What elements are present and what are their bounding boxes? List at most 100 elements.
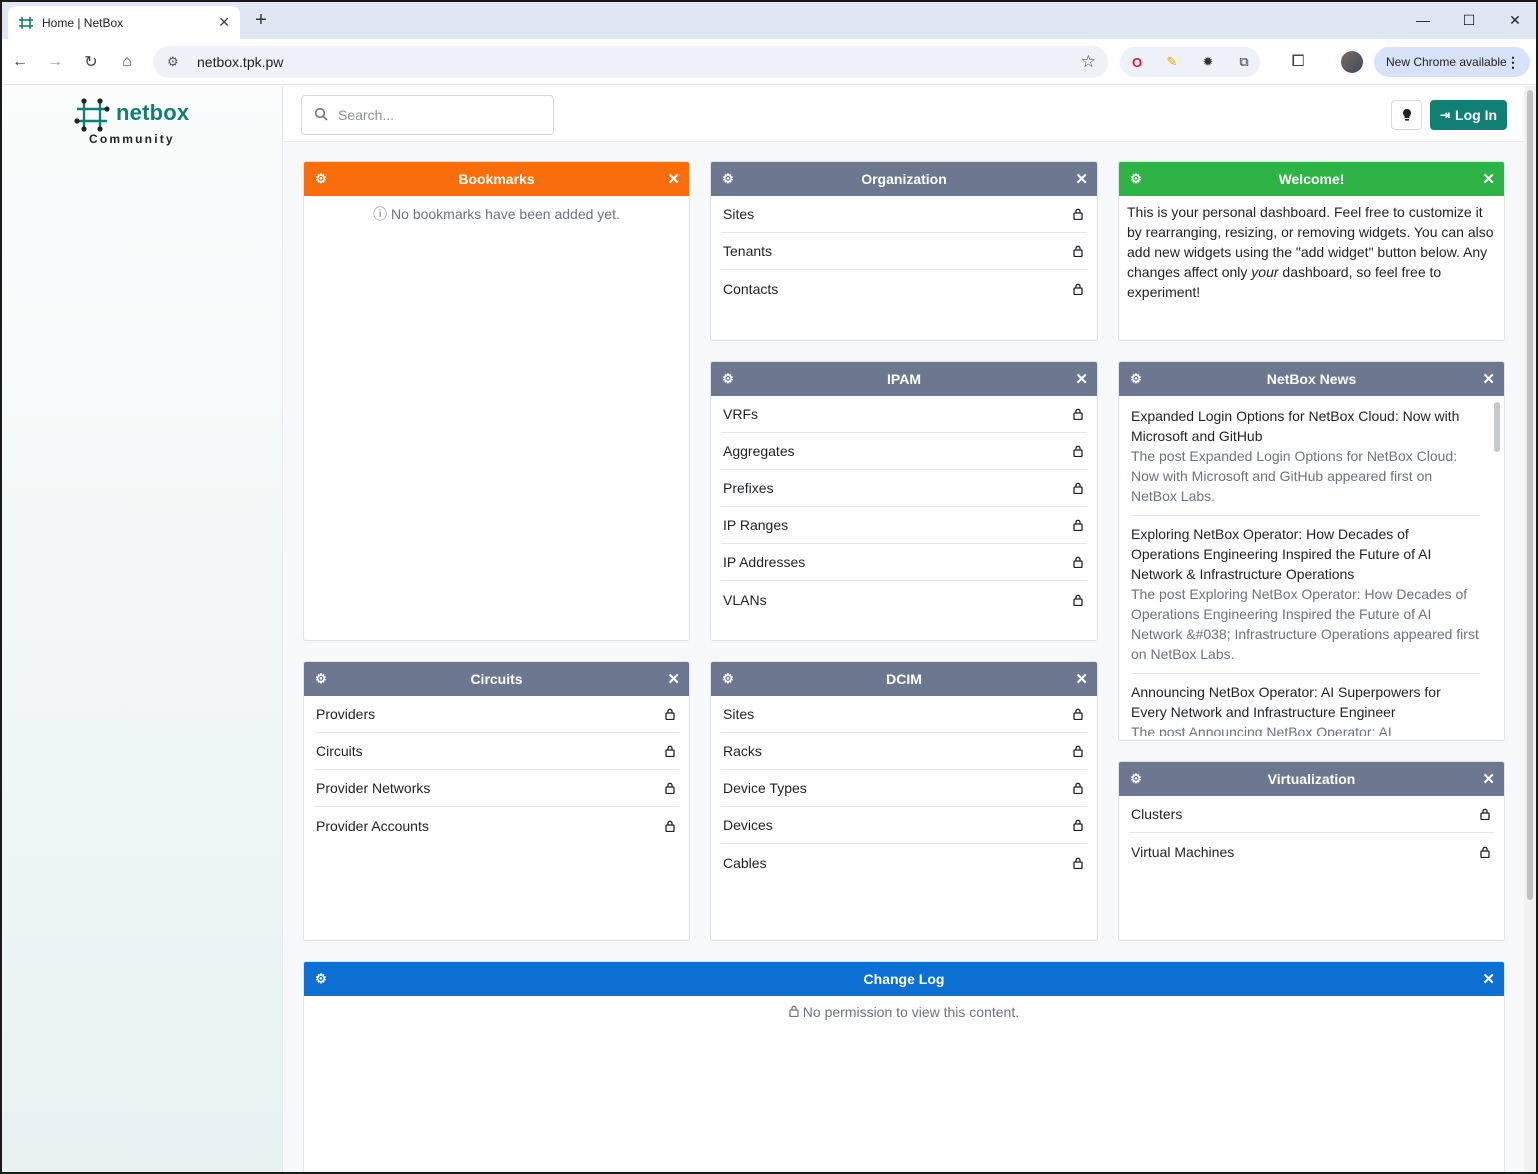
kebab-menu-icon[interactable]: ⋮ xyxy=(1506,54,1520,71)
search-input[interactable] xyxy=(338,107,538,123)
list-item[interactable]: Clusters xyxy=(1129,796,1494,833)
item-label: Provider Networks xyxy=(316,780,431,796)
close-icon[interactable]: ✕ xyxy=(1482,170,1495,188)
lock-icon xyxy=(1071,781,1085,795)
close-icon[interactable]: ✕ xyxy=(1482,370,1495,388)
close-icon[interactable]: ✕ xyxy=(1482,970,1495,988)
new-chrome-label: New Chrome available xyxy=(1386,55,1507,69)
gear-icon[interactable]: ⚙ xyxy=(720,371,736,387)
widget-header[interactable]: ⚙ Change Log ✕ xyxy=(304,962,1504,996)
list-item[interactable]: Provider Networks xyxy=(314,770,679,807)
widget-circuits[interactable]: ⚙ Circuits ✕ Providers Circuits Provider… xyxy=(303,661,690,941)
list-item[interactable]: Prefixes xyxy=(721,470,1087,507)
list-item[interactable]: Sites xyxy=(721,696,1087,733)
news-description: The post Expanded Login Options for NetB… xyxy=(1131,448,1458,504)
list-item[interactable]: Devices xyxy=(721,807,1087,844)
lock-icon xyxy=(1071,518,1085,532)
list-item[interactable]: Circuits xyxy=(314,733,679,770)
widget-ipam[interactable]: ⚙ IPAM ✕ VRFs Aggregates Prefixes IP Ran… xyxy=(710,361,1098,641)
back-icon[interactable]: ← xyxy=(6,48,34,76)
list-item[interactable]: IP Addresses xyxy=(721,544,1087,581)
bookmark-star-icon[interactable]: ☆ xyxy=(1081,52,1096,72)
window-close-icon[interactable]: ✕ xyxy=(1492,2,1536,38)
gear-icon[interactable]: ⚙ xyxy=(1128,171,1144,187)
list-item[interactable]: Contacts xyxy=(721,270,1087,307)
tab-search-icon[interactable]: ⧠ xyxy=(1284,48,1312,76)
list-item[interactable]: Aggregates xyxy=(721,433,1087,470)
close-icon[interactable]: ✕ xyxy=(1075,170,1088,188)
list-item[interactable]: Providers xyxy=(314,696,679,733)
theme-toggle-button[interactable] xyxy=(1391,100,1422,130)
list-item[interactable]: Racks xyxy=(721,733,1087,770)
widget-netbox-news[interactable]: ⚙ NetBox News ✕ Expanded Login Options f… xyxy=(1118,361,1505,741)
minimize-icon[interactable]: — xyxy=(1400,2,1446,38)
list-item[interactable]: Tenants xyxy=(721,233,1087,270)
news-scrollbar[interactable] xyxy=(1494,402,1500,452)
home-icon[interactable]: ⌂ xyxy=(113,48,141,76)
news-feed[interactable]: Expanded Login Options for NetBox Cloud:… xyxy=(1119,396,1504,736)
list-item[interactable]: Provider Accounts xyxy=(314,807,679,844)
widget-bookmarks[interactable]: ⚙ Bookmarks ✕ ⓘ No bookmarks have been a… xyxy=(303,161,690,641)
netbox-logo[interactable]: netbox Community xyxy=(74,98,214,148)
item-label: IP Addresses xyxy=(723,554,806,570)
news-title[interactable]: Expanded Login Options for NetBox Cloud:… xyxy=(1131,406,1480,446)
widget-organization[interactable]: ⚙ Organization ✕ Sites Tenants Contacts xyxy=(710,161,1098,341)
widget-header[interactable]: ⚙ Circuits ✕ xyxy=(304,662,689,696)
list-item[interactable]: IP Ranges xyxy=(721,507,1087,544)
close-icon[interactable]: ✕ xyxy=(1482,770,1495,788)
widget-header[interactable]: ⚙ Organization ✕ xyxy=(711,162,1097,196)
widget-virtualization[interactable]: ⚙ Virtualization ✕ Clusters Virtual Mach… xyxy=(1118,761,1505,941)
widget-header[interactable]: ⚙ Welcome! ✕ xyxy=(1119,162,1504,196)
browser-tab-active[interactable]: Home | NetBox ✕ xyxy=(8,6,240,39)
list-item[interactable]: Device Types xyxy=(721,770,1087,807)
reload-icon[interactable]: ↻ xyxy=(77,48,105,76)
widget-header[interactable]: ⚙ Virtualization ✕ xyxy=(1119,762,1504,796)
news-item[interactable]: Expanded Login Options for NetBox Cloud:… xyxy=(1131,402,1480,516)
scrollbar-thumb[interactable] xyxy=(1527,90,1533,900)
extensions-puzzle-icon[interactable]: ⧉ xyxy=(1235,53,1253,71)
empty-message: No permission to view this content. xyxy=(304,996,1504,1020)
close-icon[interactable]: ✕ xyxy=(667,170,680,188)
opera-extension-icon[interactable]: O xyxy=(1128,53,1146,71)
address-bar[interactable]: ⚙ netbox.tpk.pw ☆ xyxy=(153,46,1108,78)
notes-extension-icon[interactable]: ✎ xyxy=(1163,53,1181,71)
tab-close-icon[interactable]: ✕ xyxy=(218,14,230,31)
widget-dcim[interactable]: ⚙ DCIM ✕ Sites Racks Device Types Device… xyxy=(710,661,1098,941)
list-item[interactable]: Sites xyxy=(721,196,1087,233)
widget-header[interactable]: ⚙ IPAM ✕ xyxy=(711,362,1097,396)
gear-icon[interactable]: ⚙ xyxy=(720,671,736,687)
login-button[interactable]: ⇥ Log In xyxy=(1430,100,1507,130)
news-title[interactable]: Exploring NetBox Operator: How Decades o… xyxy=(1131,524,1480,584)
news-item[interactable]: Announcing NetBox Operator: AI Superpowe… xyxy=(1131,674,1480,736)
close-icon[interactable]: ✕ xyxy=(1075,370,1088,388)
gear-icon[interactable]: ⚙ xyxy=(1128,771,1144,787)
new-tab-button[interactable]: + xyxy=(250,8,272,32)
widget-welcome[interactable]: ⚙ Welcome! ✕ This is your personal dashb… xyxy=(1118,161,1505,341)
list-item[interactable]: VRFs xyxy=(721,396,1087,433)
list-item[interactable]: VLANs xyxy=(721,581,1087,618)
profile-avatar[interactable] xyxy=(1338,48,1366,76)
news-title[interactable]: Announcing NetBox Operator: AI Superpowe… xyxy=(1131,682,1480,722)
close-icon[interactable]: ✕ xyxy=(667,670,680,688)
gear-icon[interactable]: ⚙ xyxy=(313,171,329,187)
gear-icon[interactable]: ⚙ xyxy=(720,171,736,187)
widget-header[interactable]: ⚙ NetBox News ✕ xyxy=(1119,362,1504,396)
gear-icon[interactable]: ⚙ xyxy=(313,671,329,687)
settings-extension-icon[interactable]: ✹ xyxy=(1199,53,1217,71)
gear-icon[interactable]: ⚙ xyxy=(313,971,329,987)
new-chrome-available-button[interactable]: New Chrome available ⋮ xyxy=(1374,47,1530,77)
list-item[interactable]: Virtual Machines xyxy=(1129,833,1494,870)
widget-change-log[interactable]: ⚙ Change Log ✕ No permission to view thi… xyxy=(303,961,1505,1172)
maximize-icon[interactable]: ☐ xyxy=(1446,2,1492,38)
page-scrollbar[interactable] xyxy=(1524,86,1536,1172)
close-icon[interactable]: ✕ xyxy=(1075,670,1088,688)
gear-icon[interactable]: ⚙ xyxy=(1128,371,1144,387)
site-settings-icon[interactable]: ⚙ xyxy=(167,54,185,70)
forward-icon[interactable]: → xyxy=(41,48,69,76)
list-item[interactable]: Cables xyxy=(721,844,1087,881)
widget-header[interactable]: ⚙ DCIM ✕ xyxy=(711,662,1097,696)
lock-icon xyxy=(789,1004,799,1020)
widget-header[interactable]: ⚙ Bookmarks ✕ xyxy=(304,162,689,196)
news-item[interactable]: Exploring NetBox Operator: How Decades o… xyxy=(1131,516,1480,674)
search-box[interactable] xyxy=(301,95,554,135)
